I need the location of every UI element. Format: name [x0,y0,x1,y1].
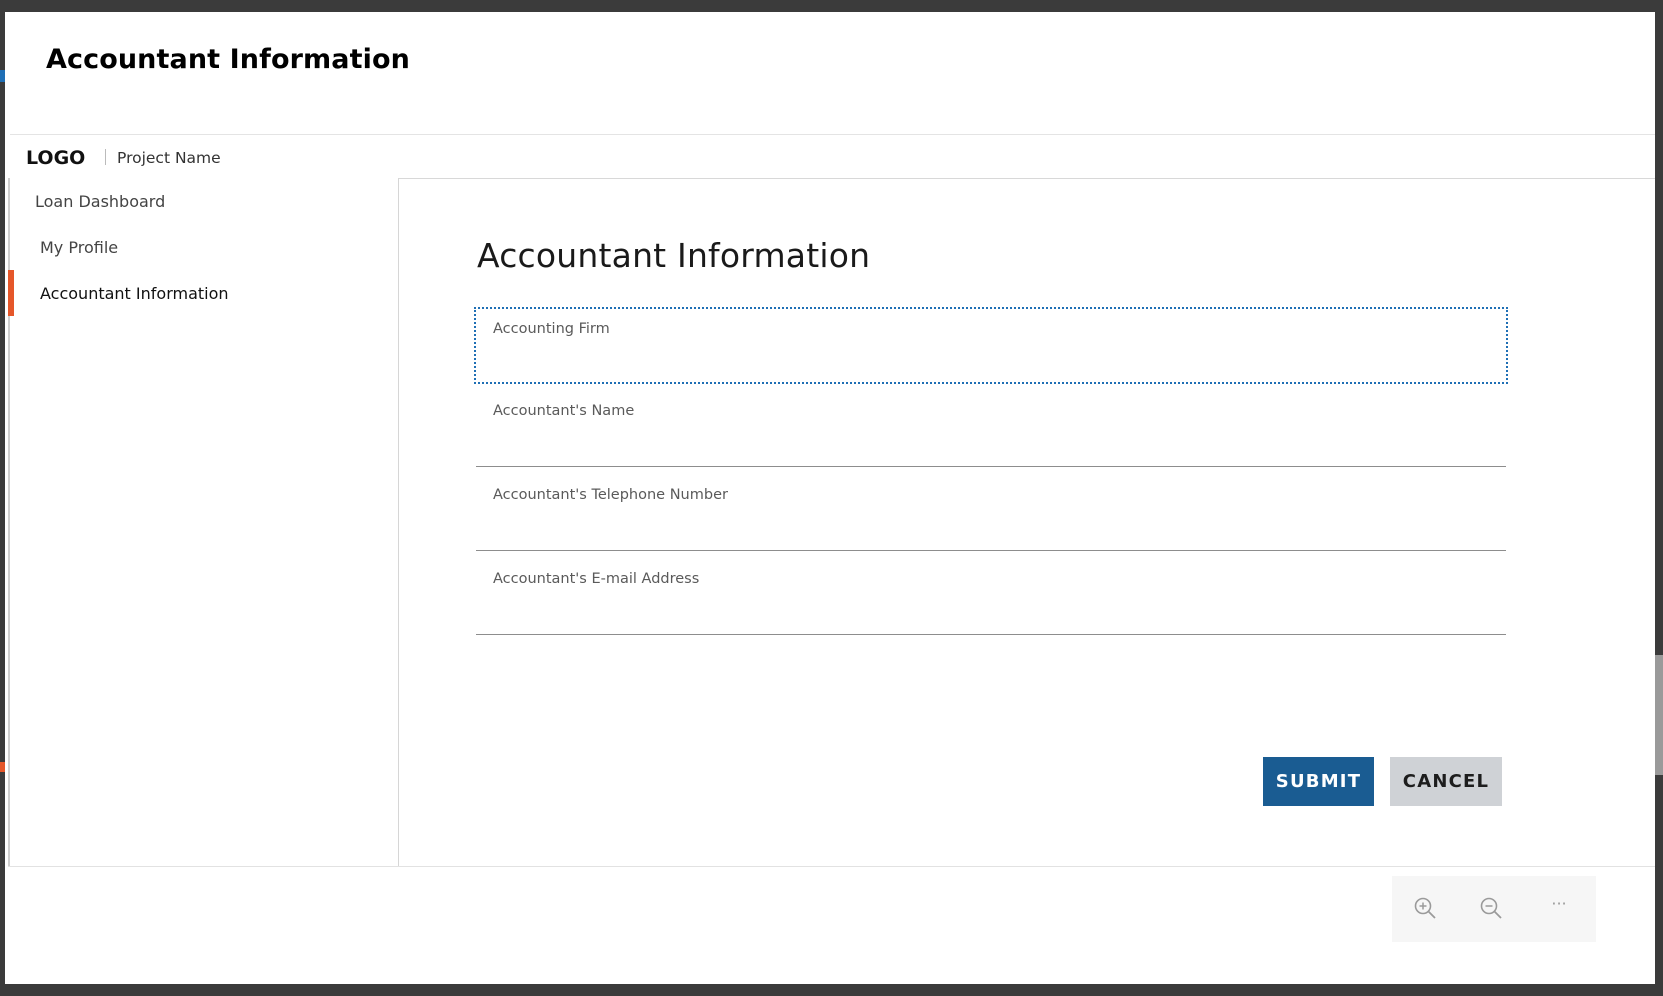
accounting-firm-field[interactable]: Accounting Firm [474,307,1508,384]
submit-button[interactable]: SUBMIT [1263,757,1374,806]
sidebar-item-label: Accountant Information [40,284,229,303]
accountant-name-field[interactable]: Accountant's Name [476,391,1506,467]
sidebar-item-my-profile[interactable]: My Profile [10,224,396,270]
sidebar-item-loan-dashboard[interactable]: Loan Dashboard [10,178,396,224]
sidebar-item-accountant-information[interactable]: Accountant Information [8,270,396,316]
field-label: Accountant's Telephone Number [493,487,728,503]
active-indicator [8,270,14,316]
field-label: Accounting Firm [493,321,610,337]
project-name: Project Name [117,149,221,167]
zoom-out-icon[interactable] [1477,894,1507,924]
page-title: Accountant Information [477,236,871,275]
field-label: Accountant's Name [493,403,635,419]
cancel-button[interactable]: CANCEL [1390,757,1502,806]
more-options-icon[interactable]: ··· [1544,892,1574,922]
sidebar-item-label: Loan Dashboard [35,192,166,211]
accountant-email-field[interactable]: Accountant's E-mail Address [476,559,1506,635]
window-frame-top [0,0,1663,12]
window-frame-bottom [0,984,1663,996]
field-label: Accountant's E-mail Address [493,571,700,587]
sidebar-item-label: My Profile [40,238,119,257]
scrollbar-thumb[interactable] [1655,655,1663,775]
divider [8,866,1655,867]
window-frame-right [1655,0,1663,996]
dialog-title: Accountant Information [46,44,410,75]
logo[interactable]: LOGO [26,147,85,169]
zoom-in-icon[interactable] [1411,894,1441,924]
accountant-name-input[interactable] [492,427,1486,457]
app-bar: LOGO Project Name [10,134,1655,179]
accountant-telephone-input[interactable] [492,511,1486,541]
zoom-toolbar: ··· [1392,876,1596,942]
accountant-telephone-field[interactable]: Accountant's Telephone Number [476,475,1506,551]
sidebar: Loan Dashboard My Profile Accountant Inf… [8,178,399,866]
accounting-firm-input[interactable] [492,345,1486,375]
divider [105,149,106,165]
accountant-email-input[interactable] [492,595,1486,625]
